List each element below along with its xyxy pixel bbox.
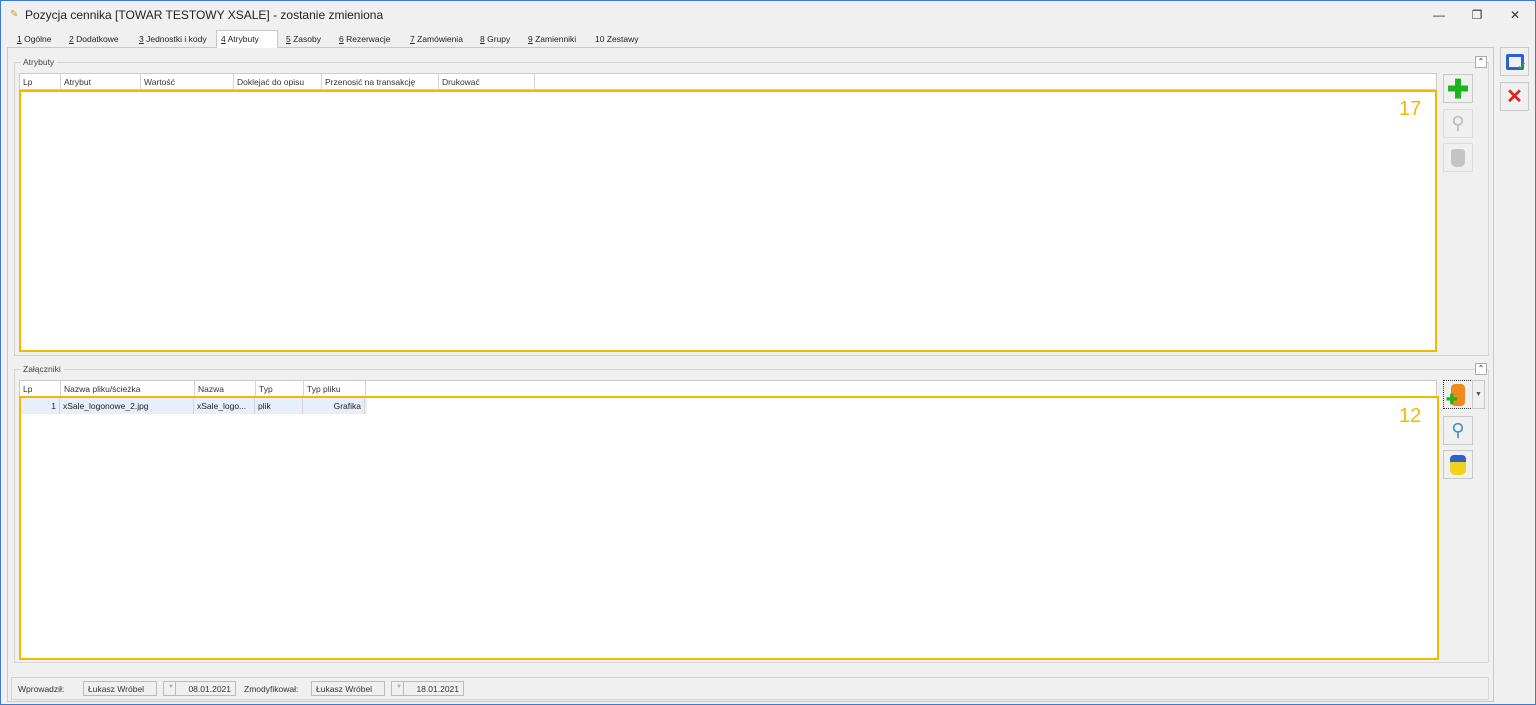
collapse-attachments-button[interactable]: ⌃ — [1475, 363, 1487, 375]
tab-label: Ogólne — [22, 34, 52, 44]
tab-label: Atrybuty — [226, 34, 259, 44]
col-lp[interactable]: Lp — [20, 74, 61, 89]
close-button[interactable]: ✕ — [1497, 3, 1533, 27]
table-row[interactable]: 1 xSale_logonowe_2.jpg xSale_logo... pli… — [21, 398, 367, 414]
add-attribute-button[interactable]: ✚ — [1443, 74, 1473, 103]
attachments-title: Załączniki — [20, 364, 64, 374]
trash-icon — [1451, 149, 1465, 167]
tab-label: Dodatkowe — [74, 34, 119, 44]
tab-ogolne[interactable]: 1 Ogólne — [13, 32, 56, 47]
created-label: Wprowadził: — [18, 684, 64, 694]
tab-label: Zamówienia — [415, 34, 463, 44]
tab-label: 10 Zestawy — [595, 34, 638, 44]
tab-label: Grupy — [485, 34, 511, 44]
delete-attachment-button[interactable] — [1443, 450, 1473, 479]
tab-label: Zamienniki — [533, 34, 576, 44]
attachments-grid[interactable]: 1 xSale_logonowe_2.jpg xSale_logo... pli… — [19, 396, 1439, 660]
tab-zasoby[interactable]: 5 Zasoby — [282, 32, 325, 47]
attachments-count-label: 12 — [1399, 405, 1421, 428]
tab-atrybuty[interactable]: 4 Atrybuty — [216, 30, 278, 48]
tab-label: Jednostki i kody — [144, 34, 207, 44]
modified-by-field: Łukasz Wróbel — [311, 681, 385, 696]
col-doklejac[interactable]: Doklejać do opisu — [234, 74, 322, 89]
tab-jednostki[interactable]: 3 Jednostki i kody — [135, 32, 211, 47]
modified-label: Zmodyfikował: — [244, 684, 298, 694]
tab-label: Zasoby — [291, 34, 321, 44]
attachments-grid-header: Lp Nazwa pliku/ścieżka Nazwa Typ Typ pli… — [19, 380, 1437, 397]
col-typ[interactable]: Typ — [256, 381, 304, 396]
attributes-grid[interactable] — [19, 90, 1437, 352]
tab-zamowienia[interactable]: 7 Zamówienia — [406, 32, 467, 47]
chevron-down-icon: ▼ — [396, 684, 402, 690]
add-file-icon: ✚ — [1451, 384, 1465, 406]
tab-rezerwacje[interactable]: 6 Rezerwacje — [335, 32, 395, 47]
view-attachment-button[interactable]: ⚲ — [1443, 416, 1473, 445]
save-button[interactable]: ✓ — [1500, 47, 1529, 76]
collapse-attributes-button[interactable]: ⌃ — [1475, 56, 1487, 68]
attributes-title: Atrybuty — [20, 57, 57, 67]
trash-icon — [1450, 455, 1466, 475]
delete-attribute-button[interactable] — [1443, 143, 1473, 172]
add-attachment-dropdown[interactable]: ▼ — [1472, 380, 1485, 409]
cell-name: xSale_logo... — [194, 398, 255, 414]
col-drukowac[interactable]: Drukować — [439, 74, 535, 89]
tab-zamienniki[interactable]: 9 Zamienniki — [524, 32, 580, 47]
chevron-down-icon: ▼ — [1475, 391, 1482, 398]
col-przenosic[interactable]: Przenosić na transakcję — [322, 74, 439, 89]
spoon-icon: ⚲ — [1451, 113, 1464, 134]
cell-lp: 1 — [21, 398, 60, 414]
restore-button[interactable]: ❐ — [1459, 3, 1495, 27]
col-nazwa[interactable]: Nazwa — [195, 381, 256, 396]
tab-dodatkowe[interactable]: 2 Dodatkowe — [65, 32, 123, 47]
magnifier-icon: ⚲ — [1451, 420, 1464, 441]
attributes-grid-header: Lp Atrybut Wartość Doklejać do opisu Prz… — [19, 73, 1437, 90]
tab-label: Rezerwacje — [344, 34, 391, 44]
col-typ-pliku[interactable]: Typ pliku — [304, 381, 366, 396]
minimize-button[interactable]: — — [1421, 3, 1457, 27]
chevron-down-icon: ▼ — [168, 684, 174, 690]
save-icon: ✓ — [1506, 54, 1524, 70]
cell-type: plik — [255, 398, 303, 414]
col-lp[interactable]: Lp — [20, 381, 61, 396]
add-attachment-button[interactable]: ✚ — [1443, 380, 1473, 409]
attributes-count-label: 17 — [1399, 98, 1421, 121]
cell-file: xSale_logonowe_2.jpg — [60, 398, 194, 414]
col-wartosc[interactable]: Wartość — [141, 74, 234, 89]
edit-attribute-button[interactable]: ⚲ — [1443, 109, 1473, 138]
tab-zestawy[interactable]: 10 Zestawy — [591, 32, 642, 47]
app-icon: ✎ — [10, 9, 18, 20]
cancel-button[interactable]: ✕ — [1500, 82, 1529, 111]
col-nazwa-pliku[interactable]: Nazwa pliku/ścieżka — [61, 381, 195, 396]
window: ✎ Pozycja cennika [TOWAR TESTOWY XSALE] … — [0, 0, 1536, 705]
col-atrybut[interactable]: Atrybut — [61, 74, 141, 89]
modified-date-field: 18.01.2021 — [403, 681, 464, 696]
tab-grupy[interactable]: 8 Grupy — [476, 32, 514, 47]
created-date-field: 08.01.2021 — [175, 681, 236, 696]
cell-filetype: Grafika — [303, 398, 365, 414]
window-title: Pozycja cennika [TOWAR TESTOWY XSALE] - … — [25, 8, 383, 22]
close-icon: ✕ — [1506, 84, 1523, 109]
plus-icon: ✚ — [1447, 76, 1469, 102]
created-by-field: Łukasz Wróbel — [83, 681, 157, 696]
